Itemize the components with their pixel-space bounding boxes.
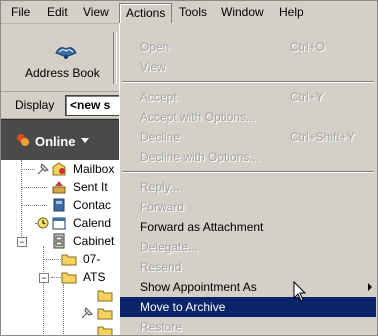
menu-item-shortcut: Ctrl+Shift+Y <box>290 130 355 144</box>
menu-item-label: Decline with Options... <box>140 150 260 164</box>
actions-menu: Open Ctrl+O View Accept Ctrl+Y Accept wi… <box>119 23 377 335</box>
app-window: File Edit View Actions Tools Window Help… <box>0 0 378 336</box>
menu-item-move-to-archive[interactable]: Move to Archive <box>120 297 376 317</box>
menu-file[interactable]: File <box>5 4 36 20</box>
mailbox-icon <box>52 162 66 176</box>
tree-item-folder-07[interactable]: 07- <box>61 250 119 268</box>
collapse-icon[interactable]: − <box>39 273 49 283</box>
menu-item-reply[interactable]: Reply... <box>120 177 376 197</box>
menu-item-decline-with-options[interactable]: Decline with Options... <box>120 147 376 167</box>
menu-item-label: Move to Archive <box>140 300 226 314</box>
clock-icon <box>37 217 49 229</box>
cabinet-icon <box>53 233 65 249</box>
menu-item-label: Reply... <box>140 180 180 194</box>
menu-item-label: Resend <box>140 260 182 274</box>
contacts-icon <box>53 198 65 212</box>
menu-item-restore[interactable]: Restore <box>120 317 376 335</box>
menu-window[interactable]: Window <box>215 4 270 20</box>
pin-icon <box>37 163 49 175</box>
menu-item-forward-as-attachment[interactable]: Forward as Attachment <box>120 217 376 237</box>
menu-item-label: Restore <box>140 320 183 334</box>
menu-item-shortcut: Ctrl+O <box>290 40 326 54</box>
folder-icon <box>97 290 113 302</box>
tree-item-label: Sent It <box>73 180 108 194</box>
menu-item-label: Accept <box>140 90 177 104</box>
menu-item-accept[interactable]: Accept Ctrl+Y <box>120 87 376 107</box>
pin-icon <box>81 307 93 319</box>
menu-item-label: Accept with Options... <box>140 110 257 124</box>
menu-item-show-appointment-as[interactable]: Show Appointment As <box>120 277 376 297</box>
menu-item-label: Delegate... <box>140 240 199 254</box>
menu-item-shortcut: Ctrl+Y <box>290 90 324 104</box>
tree-item-label: ATS <box>83 270 106 284</box>
menu-bar: File Edit View Actions Tools Window Help <box>1 1 377 24</box>
tree-item-subfolder[interactable] <box>97 322 119 335</box>
folder-icon <box>97 326 113 335</box>
menu-item-label: Open <box>140 40 170 54</box>
submenu-arrow-icon <box>368 283 372 291</box>
tree-item-sent-items[interactable]: Sent It <box>51 178 119 196</box>
menu-item-label: Forward as Attachment <box>140 220 264 234</box>
menu-tools[interactable]: Tools <box>173 4 213 20</box>
address-book-icon <box>55 47 77 59</box>
chevron-down-icon <box>81 138 89 143</box>
online-icon <box>17 134 29 146</box>
folder-icon <box>61 254 77 266</box>
tree-item-folder-ats[interactable]: ATS <box>61 268 119 286</box>
menu-item-resend[interactable]: Resend <box>120 257 376 277</box>
menu-item-label: Decline <box>140 130 181 144</box>
tree-item-label: Mailbox <box>73 162 115 176</box>
tree-item-subfolder[interactable] <box>79 304 119 322</box>
folder-icon <box>61 272 77 284</box>
menu-item-label: Show Appointment As <box>140 280 257 294</box>
tree-line <box>63 284 64 335</box>
menu-actions[interactable]: Actions <box>119 3 173 24</box>
menu-edit[interactable]: Edit <box>41 4 74 20</box>
mouse-cursor-icon <box>293 281 307 302</box>
tree-item-calendar[interactable]: Calend <box>35 214 119 232</box>
menu-separator <box>122 171 374 173</box>
online-label: Online <box>35 134 76 149</box>
calendar-icon <box>52 217 66 230</box>
menu-item-open[interactable]: Open Ctrl+O <box>120 37 376 57</box>
tree-line <box>21 169 35 170</box>
tree-line <box>21 160 22 238</box>
menu-separator <box>122 81 374 83</box>
tree-item-label: Calend <box>73 216 112 230</box>
tree-item-cabinet[interactable]: Cabinet <box>51 232 119 250</box>
tree-item-subfolder[interactable] <box>97 286 119 304</box>
tree-line <box>43 259 61 260</box>
toolbar-separator <box>113 32 117 84</box>
collapse-icon[interactable]: − <box>17 237 27 247</box>
folder-icon <box>97 308 113 320</box>
menu-item-forward[interactable]: Forward <box>120 197 376 217</box>
tree-line <box>51 277 61 278</box>
menu-view[interactable]: View <box>77 4 115 20</box>
display-label: Display <box>15 98 55 112</box>
menu-help[interactable]: Help <box>273 4 310 20</box>
sent-items-icon <box>52 181 66 194</box>
menu-item-label: View <box>140 60 166 74</box>
menu-item-delegate[interactable]: Delegate... <box>120 237 376 257</box>
tree-item-contacts[interactable]: Contac <box>51 196 119 214</box>
address-book-label: Address Book <box>25 66 100 80</box>
menu-item-accept-with-options[interactable]: Accept with Options... <box>120 107 376 127</box>
tree-line <box>21 187 47 188</box>
tree-item-label: Cabinet <box>73 234 115 248</box>
menu-item-decline[interactable]: Decline Ctrl+Shift+Y <box>120 127 376 147</box>
tree-item-mailbox[interactable]: Mailbox <box>35 160 119 178</box>
menu-item-label: Forward <box>140 200 185 214</box>
menu-item-view[interactable]: View <box>120 57 376 77</box>
tree-item-label: 07- <box>83 252 101 266</box>
address-book-button[interactable]: Address Book <box>15 30 107 86</box>
tree-line <box>21 205 47 206</box>
tree-item-label: Contac <box>73 198 112 212</box>
